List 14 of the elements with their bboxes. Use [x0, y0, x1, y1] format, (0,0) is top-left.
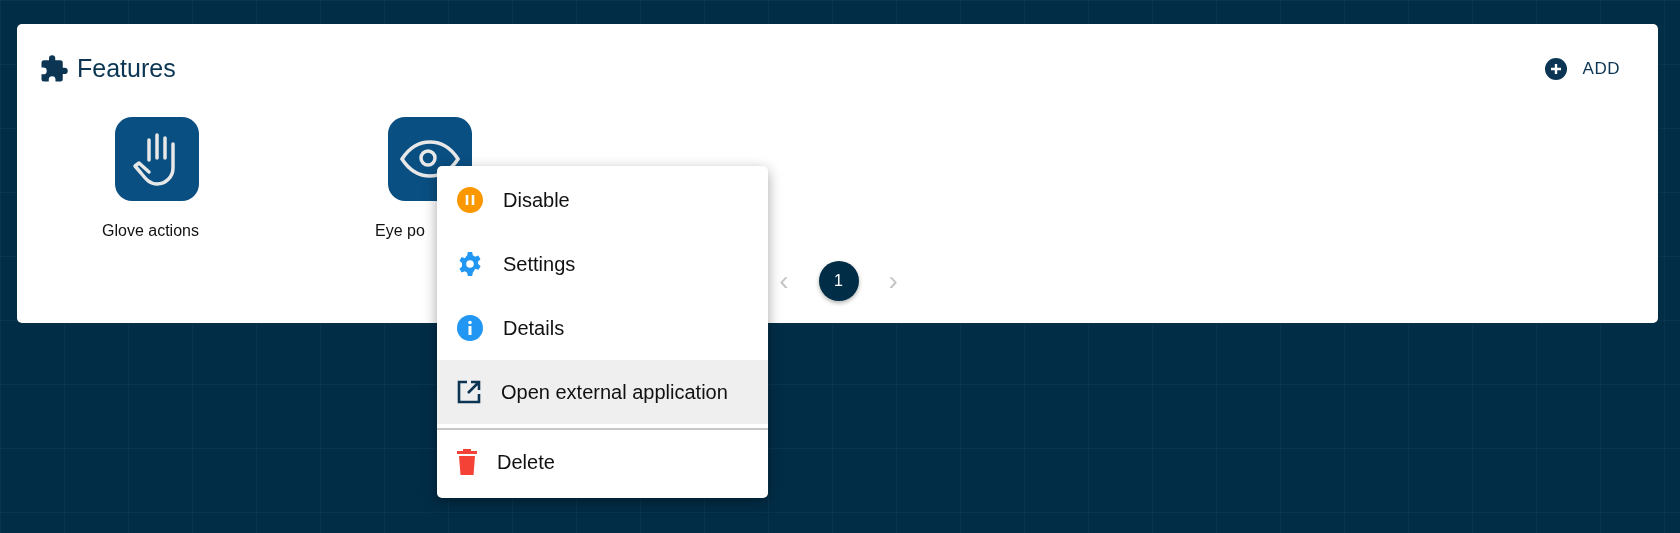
feature-tile[interactable]	[115, 116, 199, 201]
menu-item[interactable]: Details	[437, 296, 768, 360]
page-button[interactable]: 1	[818, 260, 859, 301]
menu-item[interactable]: Settings	[437, 232, 768, 296]
menu-item[interactable]: Delete	[437, 430, 768, 494]
add-button[interactable]: ADD	[1536, 52, 1628, 86]
feature-label: Eye po	[375, 220, 425, 241]
feature-label: Glove actions	[102, 220, 199, 241]
menu-item[interactable]: Disable	[437, 168, 768, 232]
panel-title: Features	[77, 53, 176, 84]
plus-icon	[1544, 57, 1567, 80]
eye-icon	[399, 138, 461, 179]
puzzle-icon	[39, 53, 69, 84]
menu-item[interactable]: Open external application	[437, 360, 768, 424]
